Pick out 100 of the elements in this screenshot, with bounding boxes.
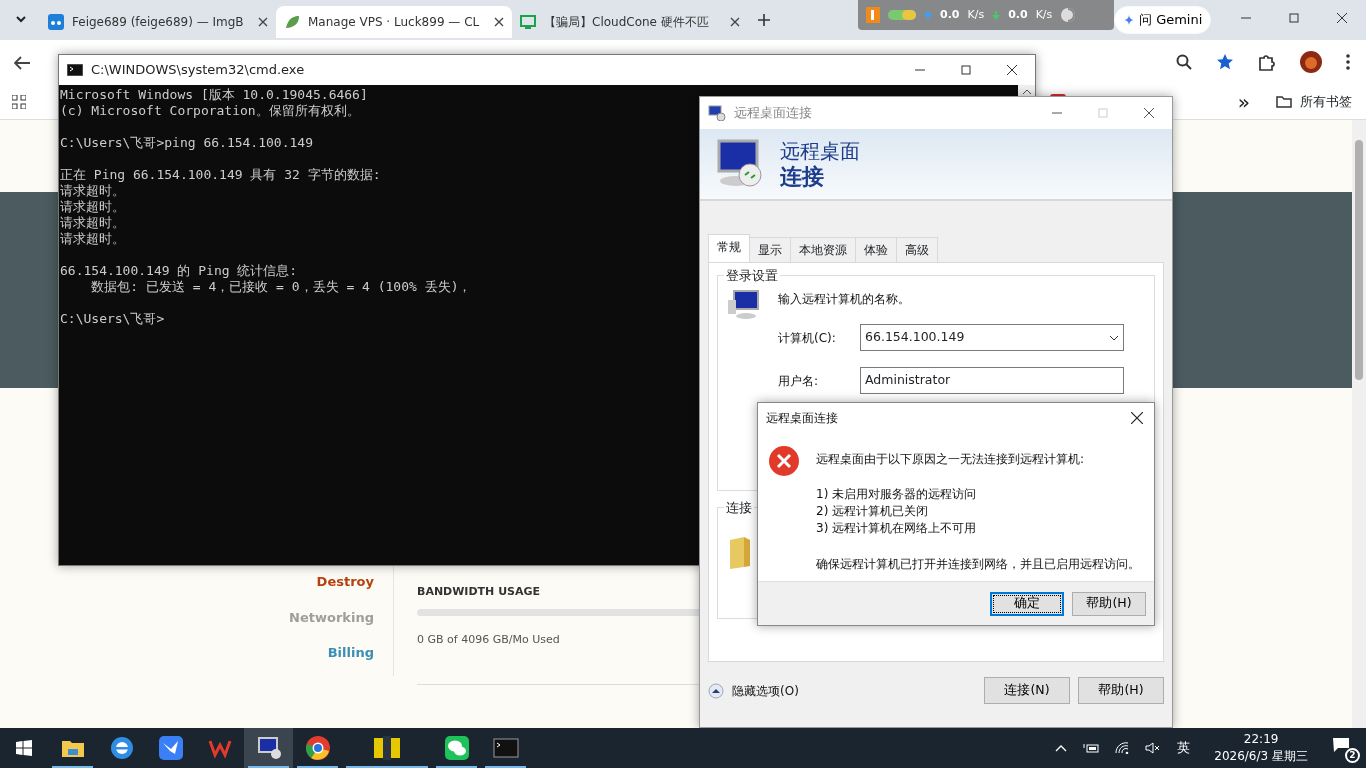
console-icon: [67, 64, 83, 76]
folder-icon: [728, 536, 752, 570]
widget-logo-icon: [866, 7, 880, 23]
taskbar-button[interactable]: [244, 728, 293, 768]
console-icon: [492, 735, 519, 761]
swirl-icon: [1060, 7, 1077, 23]
sidebar-link[interactable]: Destroy: [316, 572, 374, 592]
more-bookmarks-button[interactable]: »: [1237, 86, 1250, 117]
console-line: 请求超时。: [60, 183, 125, 199]
battery-icon[interactable]: [1083, 742, 1100, 754]
imgbb-logo-icon: [48, 14, 64, 30]
dropdown-field[interactable]: 66.154.100.149: [860, 324, 1124, 351]
dialog-subheading: 连接: [780, 163, 825, 191]
close-icon[interactable]: [1337, 13, 1347, 23]
window-title: C:\WINDOWS\system32\cmd.exe: [91, 61, 305, 80]
console-line: 请求超时。: [60, 199, 125, 215]
tab[interactable]: 常规: [708, 234, 750, 262]
close-icon[interactable]: [258, 17, 268, 27]
notification-button[interactable]: 2: [1332, 735, 1358, 761]
gemini-button[interactable]: 问 Gemini: [1114, 6, 1212, 34]
console-line: Microsoft Windows [版本 10.0.19045.6466]: [60, 87, 368, 103]
chevron-down-icon: [1109, 334, 1119, 341]
maximize-icon[interactable]: [1289, 13, 1299, 23]
field-label: 用户名:: [778, 372, 820, 390]
message-icon: [1332, 737, 1350, 753]
section-title: BANDWIDTH USAGE: [417, 584, 542, 600]
console-line: (c) Microsoft Corporation。保留所有权利。: [60, 103, 360, 119]
muted-speaker-icon[interactable]: [1145, 742, 1162, 754]
wechat-icon: [443, 735, 470, 761]
browser-tab[interactable]: 【骗局】CloudCone 硬件不匹: [512, 6, 748, 38]
usage-caption: 0 GB of 4096 GB/Mo Used: [417, 631, 561, 648]
all-bookmarks-button[interactable]: 所有书签: [1276, 91, 1352, 112]
close-icon[interactable]: [494, 17, 504, 27]
speed-value: 0.0: [1008, 6, 1028, 23]
dialog-heading: 远程桌面: [780, 137, 860, 164]
reason-text: 3) 远程计算机在网络上不可用: [816, 520, 978, 537]
window-title: 远程桌面连接: [766, 410, 838, 427]
input-method-indicator[interactable]: 英: [1177, 738, 1191, 758]
dialog-button[interactable]: 连接(N): [984, 677, 1070, 704]
computer-icon: [728, 290, 762, 320]
scroll-up-icon[interactable]: [1022, 89, 1031, 94]
sidebar-link[interactable]: Billing: [327, 643, 374, 663]
dialog-button[interactable]: 帮助(H): [1072, 591, 1146, 616]
folder-icon: [1276, 95, 1292, 108]
back-icon[interactable]: [14, 55, 30, 70]
input-field[interactable]: Administrator: [860, 367, 1124, 394]
dialog-button[interactable]: 帮助(H): [1078, 677, 1164, 704]
dialog-button[interactable]: 确定: [990, 591, 1064, 616]
arrow-down-icon: [992, 10, 1001, 20]
leaf-icon: [284, 14, 300, 30]
monitor-icon: [520, 14, 536, 30]
close-icon[interactable]: [1007, 65, 1017, 75]
browser-tab[interactable]: Feige689 (feige689) — ImgB: [40, 6, 276, 38]
console-line: 数据包: 已发送 = 4，已接收 = 0，丢失 = 4 (100% 丢失)，: [90, 279, 472, 295]
computer-icon: [716, 139, 764, 189]
wifi-icon[interactable]: [1115, 742, 1130, 754]
computer-icon: [708, 105, 726, 121]
puzzle-icon[interactable]: [1258, 53, 1276, 71]
collapse-icon: [708, 682, 724, 699]
star-icon[interactable]: [1216, 53, 1234, 71]
apps-grid-icon[interactable]: [12, 95, 26, 110]
error-message: 远程桌面由于以下原因之一无法连接到远程计算机:: [816, 451, 1086, 468]
console-line: 请求超时。: [60, 231, 125, 247]
reason-text: 1) 未启用对服务器的远程访问: [816, 486, 978, 503]
speed-value: 0.0: [940, 6, 960, 23]
scrollbar[interactable]: [1352, 120, 1366, 728]
tab[interactable]: 高级: [896, 237, 938, 262]
menu-icon[interactable]: [1346, 54, 1350, 70]
error-icon: [768, 445, 800, 477]
speed-unit: K/s: [1035, 6, 1053, 23]
chevron-up-icon[interactable]: [1055, 744, 1068, 752]
advice-text: 确保远程计算机已打开并连接到网络，并且已启用远程访问。: [816, 556, 1140, 573]
pixelated-icon: [374, 735, 400, 761]
console-line: 66.154.100.149 的 Ping 统计信息:: [60, 263, 298, 279]
browser-icon: [108, 735, 135, 761]
close-icon[interactable]: [1144, 108, 1154, 118]
computer-icon: [255, 735, 282, 761]
clock[interactable]: 22:19 2026/6/3 星期三: [1214, 731, 1308, 765]
sparkle-icon: [1123, 14, 1135, 26]
window-title: 远程桌面连接: [734, 104, 812, 123]
prompt-text: 输入远程计算机的名称。: [778, 291, 911, 308]
console-line: C:\Users\飞哥>ping 66.154.100.149: [60, 135, 313, 151]
close-icon[interactable]: [730, 17, 740, 27]
console-line: 请求超时。: [60, 215, 125, 231]
console-line: 正在 Ping 66.154.100.149 具有 32 字节的数据:: [60, 167, 381, 183]
field-label: 计算机(C):: [778, 329, 837, 347]
maximize-icon[interactable]: [961, 65, 971, 75]
hide-options-toggle[interactable]: 隐藏选项(O): [708, 681, 799, 700]
gauge-icon: [888, 10, 916, 20]
browser-tab[interactable]: Manage VPS · Luck899 — CL: [276, 6, 512, 38]
start-icon[interactable]: [16, 740, 32, 756]
close-icon[interactable]: [1131, 412, 1143, 424]
speed-unit: K/s: [967, 6, 985, 23]
bird-icon: [157, 735, 184, 761]
console-line: C:\Users\飞哥>: [60, 311, 165, 327]
zoom-icon[interactable]: [1176, 54, 1192, 70]
avatar-icon[interactable]: [1300, 51, 1322, 73]
notification-count: 2: [1345, 748, 1360, 763]
reason-text: 2) 远程计算机已关闭: [816, 503, 930, 520]
new-tab-icon[interactable]: [758, 14, 770, 26]
